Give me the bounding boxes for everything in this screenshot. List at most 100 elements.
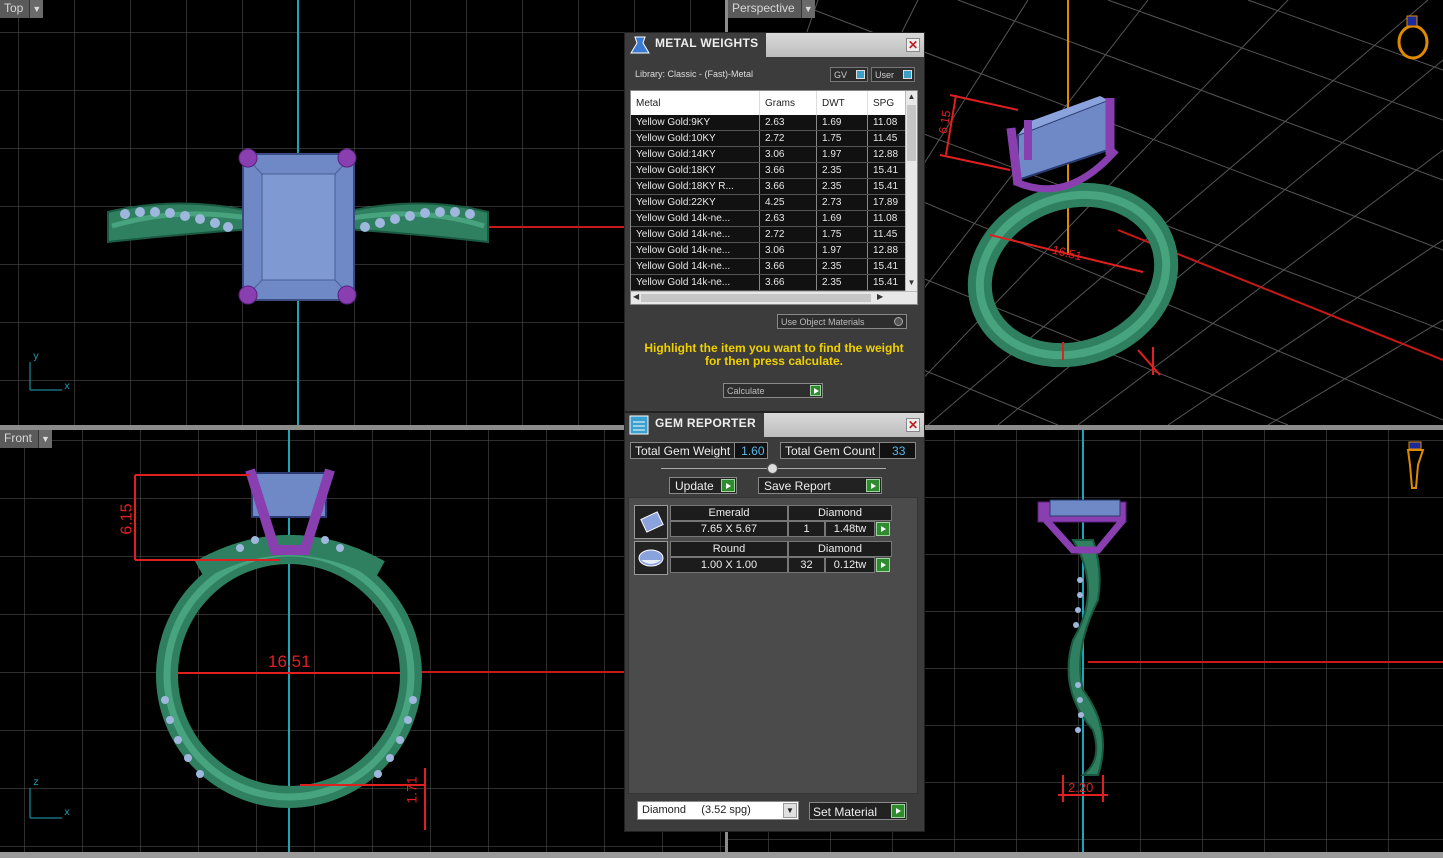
table-row[interactable]: Yellow Gold:18KY 3.66 2.35 15.41 <box>631 163 917 179</box>
cell-metal-name: Yellow Gold:18KY R... <box>631 179 760 194</box>
scroll-thumb[interactable] <box>907 105 916 161</box>
viewport-front-menu[interactable]: Front ▼ <box>0 430 53 448</box>
table-row[interactable]: Yellow Gold 14k-ne... 3.66 2.35 15.41 <box>631 275 917 291</box>
play-icon[interactable] <box>876 522 890 536</box>
user-toggle-label: User <box>875 69 895 80</box>
panel-splitter[interactable] <box>661 463 886 474</box>
scroll-thumb[interactable] <box>641 294 871 302</box>
vertical-scrollbar[interactable]: ▲ ▼ <box>905 91 917 291</box>
cell-spg: 11.08 <box>868 115 906 130</box>
viewport-perspective-menu[interactable]: Perspective ▼ <box>728 0 815 18</box>
splitter-handle[interactable] <box>767 463 778 474</box>
gv-toggle-label: GV <box>834 69 848 80</box>
set-material-button[interactable]: Set Material <box>809 802 907 820</box>
gv-toggle[interactable]: GV <box>830 67 868 82</box>
cell-grams: 2.72 <box>760 227 817 242</box>
cell-dwt: 1.97 <box>817 243 868 258</box>
metal-weights-titlebar[interactable]: METAL WEIGHTS ✕ <box>625 33 924 57</box>
table-row[interactable]: Yellow Gold:18KY R... 3.66 2.35 15.41 <box>631 179 917 195</box>
cell-dwt: 1.69 <box>817 115 868 130</box>
play-icon[interactable] <box>866 479 880 492</box>
scroll-up-icon[interactable]: ▲ <box>907 92 916 101</box>
play-icon[interactable] <box>721 479 735 492</box>
metal-weights-panel: METAL WEIGHTS ✕ Library: Classic - (Fast… <box>624 32 925 412</box>
column-header-metal[interactable]: Metal <box>631 91 760 115</box>
chevron-down-icon[interactable]: ▼ <box>38 430 53 448</box>
column-header-grams[interactable]: Grams <box>760 91 817 115</box>
metal-weights-icon <box>630 36 650 54</box>
table-row[interactable]: Yellow Gold:22KY 4.25 2.73 17.89 <box>631 195 917 211</box>
cell-spg: 12.88 <box>868 147 906 162</box>
gem-weight: 1.48tw <box>825 521 875 537</box>
save-report-button[interactable]: Save Report <box>758 477 882 494</box>
cell-grams: 3.66 <box>760 275 817 290</box>
cell-dwt: 1.75 <box>817 227 868 242</box>
gem-row[interactable]: Emerald Diamond 7.65 X 5.67 1 1.48tw <box>634 505 892 539</box>
column-header-spg[interactable]: SPG <box>868 91 906 115</box>
total-gem-count-label: Total Gem Count <box>780 442 881 459</box>
table-row[interactable]: Yellow Gold 14k-ne... 3.06 1.97 12.88 <box>631 243 917 259</box>
gem-weight: 0.12tw <box>825 557 875 573</box>
chevron-down-icon[interactable]: ▼ <box>783 803 797 818</box>
table-row[interactable]: Yellow Gold 14k-ne... 3.66 2.35 15.41 <box>631 259 917 275</box>
gem-shape: Emerald <box>670 505 788 521</box>
gem-size: 7.65 X 5.67 <box>670 521 788 537</box>
instruction-text: Highlight the item you want to find the … <box>644 341 904 368</box>
dimension-width-label: 16.51 <box>268 652 311 671</box>
radio-icon[interactable] <box>894 317 903 326</box>
cell-dwt: 1.69 <box>817 211 868 226</box>
dimension-band-label: 2.20 <box>1068 780 1094 795</box>
cell-metal-name: Yellow Gold 14k-ne... <box>631 275 760 290</box>
close-icon[interactable]: ✕ <box>906 418 920 432</box>
cell-dwt: 2.35 <box>817 163 868 178</box>
cell-grams: 3.66 <box>760 259 817 274</box>
gem-size: 1.00 X 1.00 <box>670 557 788 573</box>
scroll-down-icon[interactable]: ▼ <box>907 278 916 287</box>
front-view-canvas <box>0 430 725 852</box>
dimension-height-label: 6.15 <box>118 503 136 535</box>
scroll-right-icon[interactable]: ▶ <box>877 292 883 301</box>
gem-reporter-icon <box>629 415 649 435</box>
viewport-top[interactable]: x y Top ▼ <box>0 0 725 425</box>
gem-shape: Round <box>670 541 788 557</box>
status-strip <box>0 852 1443 858</box>
cell-spg: 12.88 <box>868 243 906 258</box>
play-icon[interactable] <box>876 558 890 572</box>
chevron-down-icon[interactable]: ▼ <box>800 0 815 18</box>
user-toggle[interactable]: User <box>871 67 915 82</box>
material-select[interactable]: Diamond (3.52 spg) ▼ <box>637 801 799 820</box>
calculate-button[interactable]: Calculate <box>723 383 823 398</box>
column-header-dwt[interactable]: DWT <box>817 91 868 115</box>
cell-metal-name: Yellow Gold:9KY <box>631 115 760 130</box>
chevron-down-icon[interactable]: ▼ <box>29 0 44 18</box>
ring-gizmo-icon[interactable] <box>1396 14 1430 60</box>
table-row[interactable]: Yellow Gold:10KY 2.72 1.75 11.45 <box>631 131 917 147</box>
play-icon[interactable] <box>810 385 821 396</box>
cell-grams: 3.66 <box>760 179 817 194</box>
axis-z-label: z <box>33 778 40 789</box>
gem-row[interactable]: Round Diamond 1.00 X 1.00 32 0.12tw <box>634 541 892 575</box>
viewport-top-label: Top <box>0 0 30 18</box>
table-row[interactable]: Yellow Gold:14KY 3.06 1.97 12.88 <box>631 147 917 163</box>
viewport-front[interactable]: 6.15 16.51 1.71 x z Front ▼ <box>0 430 725 852</box>
cell-dwt: 2.35 <box>817 275 868 290</box>
play-icon[interactable] <box>891 804 905 818</box>
scroll-left-icon[interactable]: ◀ <box>633 292 639 301</box>
table-row[interactable]: Yellow Gold 14k-ne... 2.72 1.75 11.45 <box>631 227 917 243</box>
viewport-perspective-label: Perspective <box>728 0 801 18</box>
cell-dwt: 2.73 <box>817 195 868 210</box>
axis-y-label: y <box>33 352 40 363</box>
close-icon[interactable]: ✕ <box>906 38 920 52</box>
update-button[interactable]: Update <box>669 477 737 494</box>
gem-reporter-titlebar[interactable]: GEM REPORTER ✕ <box>625 413 924 437</box>
use-object-materials-label: Use Object Materials <box>781 317 865 327</box>
horizontal-scrollbar[interactable]: ◀ ▶ <box>631 291 917 304</box>
view-gizmo-icon[interactable] <box>1400 438 1430 494</box>
cell-spg: 15.41 <box>868 259 906 274</box>
total-gem-weight-value: 1.60 <box>735 442 769 459</box>
table-row[interactable]: Yellow Gold:9KY 2.63 1.69 11.08 <box>631 115 917 131</box>
metal-table[interactable]: Metal Grams DWT SPG Yellow Gold:9KY 2.63 1… <box>630 90 918 305</box>
use-object-materials-option[interactable]: Use Object Materials <box>777 314 907 329</box>
table-row[interactable]: Yellow Gold 14k-ne... 2.63 1.69 11.08 <box>631 211 917 227</box>
viewport-top-menu[interactable]: Top ▼ <box>0 0 44 18</box>
